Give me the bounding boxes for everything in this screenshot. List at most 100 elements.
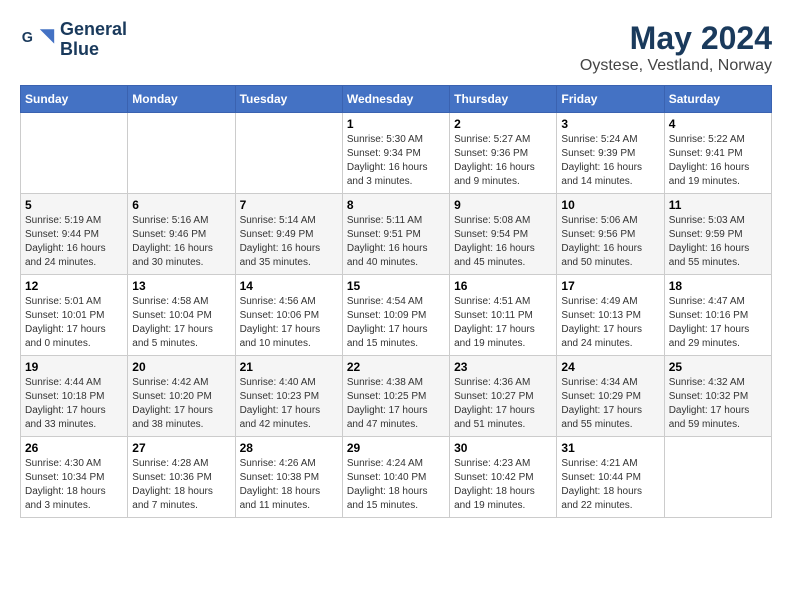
day-info: Sunrise: 4:49 AM Sunset: 10:13 PM Daylig…	[561, 295, 659, 351]
day-cell: 29 Sunrise: 4:24 AM Sunset: 10:40 PM Dayl…	[342, 437, 449, 518]
day-cell: 25Sunrise: 4:32 AM Sunset: 10:32 PM Dayl…	[664, 356, 771, 437]
day-number: 9	[454, 198, 552, 212]
logo-line2: Blue	[60, 40, 127, 60]
day-cell: 27 Sunrise: 4:28 AM Sunset: 10:36 PM Dayl…	[128, 437, 235, 518]
day-number: 20	[132, 360, 230, 374]
day-number: 26	[25, 441, 123, 455]
day-info: Sunrise: 4:32 AM Sunset: 10:32 PM Daylig…	[669, 376, 767, 432]
weekday-monday: Monday	[128, 86, 235, 113]
day-cell	[21, 113, 128, 194]
weekday-thursday: Thursday	[450, 86, 557, 113]
day-info: Sunrise: 5:11 AM Sunset: 9:51 PM Dayligh…	[347, 214, 445, 270]
day-number: 7	[240, 198, 338, 212]
weekday-tuesday: Tuesday	[235, 86, 342, 113]
day-number: 14	[240, 279, 338, 293]
day-cell: 16 Sunrise: 4:51 AM Sunset: 10:11 PM Dayl…	[450, 275, 557, 356]
day-cell: 6Sunrise: 5:16 AM Sunset: 9:46 PM Daylig…	[128, 194, 235, 275]
logo-line1: General	[60, 20, 127, 40]
day-number: 31	[561, 441, 659, 455]
day-info: Sunrise: 4:21 AM Sunset: 10:44 PM Daylig…	[561, 457, 659, 513]
day-info: Sunrise: 5:01 AM Sunset: 10:01 PM Daylig…	[25, 295, 123, 351]
day-number: 17	[561, 279, 659, 293]
day-number: 6	[132, 198, 230, 212]
weekday-friday: Friday	[557, 86, 664, 113]
day-info: Sunrise: 4:40 AM Sunset: 10:23 PM Daylig…	[240, 376, 338, 432]
day-cell: 7Sunrise: 5:14 AM Sunset: 9:49 PM Daylig…	[235, 194, 342, 275]
day-info: Sunrise: 4:23 AM Sunset: 10:42 PM Daylig…	[454, 457, 552, 513]
day-cell: 26Sunrise: 4:30 AM Sunset: 10:34 PM Dayl…	[21, 437, 128, 518]
day-info: Sunrise: 5:03 AM Sunset: 9:59 PM Dayligh…	[669, 214, 767, 270]
day-cell: 12 Sunrise: 5:01 AM Sunset: 10:01 PM Dayl…	[21, 275, 128, 356]
day-info: Sunrise: 4:36 AM Sunset: 10:27 PM Daylig…	[454, 376, 552, 432]
day-number: 22	[347, 360, 445, 374]
calendar-body: 1 Sunrise: 5:30 AM Sunset: 9:34 PM Daylig…	[21, 113, 772, 518]
day-info: Sunrise: 4:38 AM Sunset: 10:25 PM Daylig…	[347, 376, 445, 432]
day-cell: 8Sunrise: 5:11 AM Sunset: 9:51 PM Daylig…	[342, 194, 449, 275]
week-row-4: 19Sunrise: 4:44 AM Sunset: 10:18 PM Dayl…	[21, 356, 772, 437]
day-info: Sunrise: 4:56 AM Sunset: 10:06 PM Daylig…	[240, 295, 338, 351]
day-info: Sunrise: 5:08 AM Sunset: 9:54 PM Dayligh…	[454, 214, 552, 270]
day-cell	[235, 113, 342, 194]
day-info: Sunrise: 4:34 AM Sunset: 10:29 PM Daylig…	[561, 376, 659, 432]
day-number: 27	[132, 441, 230, 455]
day-number: 12	[25, 279, 123, 293]
calendar-subtitle: Oystese, Vestland, Norway	[580, 57, 772, 75]
day-number: 4	[669, 117, 767, 131]
day-info: Sunrise: 4:28 AM Sunset: 10:36 PM Daylig…	[132, 457, 230, 513]
day-cell: 2 Sunrise: 5:27 AM Sunset: 9:36 PM Daylig…	[450, 113, 557, 194]
day-info: Sunrise: 5:30 AM Sunset: 9:34 PM Dayligh…	[347, 133, 445, 189]
day-cell: 15Sunrise: 4:54 AM Sunset: 10:09 PM Dayl…	[342, 275, 449, 356]
week-row-2: 5 Sunrise: 5:19 AM Sunset: 9:44 PM Daylig…	[21, 194, 772, 275]
day-number: 16	[454, 279, 552, 293]
day-cell: 30 Sunrise: 4:23 AM Sunset: 10:42 PM Dayl…	[450, 437, 557, 518]
day-cell: 31 Sunrise: 4:21 AM Sunset: 10:44 PM Dayl…	[557, 437, 664, 518]
day-info: Sunrise: 4:24 AM Sunset: 10:40 PM Daylig…	[347, 457, 445, 513]
weekday-saturday: Saturday	[664, 86, 771, 113]
day-info: Sunrise: 5:22 AM Sunset: 9:41 PM Dayligh…	[669, 133, 767, 189]
day-cell: 5 Sunrise: 5:19 AM Sunset: 9:44 PM Daylig…	[21, 194, 128, 275]
day-cell: 14 Sunrise: 4:56 AM Sunset: 10:06 PM Dayl…	[235, 275, 342, 356]
day-number: 30	[454, 441, 552, 455]
page-header: G General Blue May 2024 Oystese, Vestlan…	[20, 20, 772, 75]
day-number: 11	[669, 198, 767, 212]
day-cell: 20 Sunrise: 4:42 AM Sunset: 10:20 PM Dayl…	[128, 356, 235, 437]
title-section: May 2024 Oystese, Vestland, Norway	[580, 20, 772, 75]
day-info: Sunrise: 5:24 AM Sunset: 9:39 PM Dayligh…	[561, 133, 659, 189]
logo-text: General Blue	[60, 20, 127, 60]
day-info: Sunrise: 4:47 AM Sunset: 10:16 PM Daylig…	[669, 295, 767, 351]
week-row-1: 1 Sunrise: 5:30 AM Sunset: 9:34 PM Daylig…	[21, 113, 772, 194]
day-number: 2	[454, 117, 552, 131]
day-cell: 11 Sunrise: 5:03 AM Sunset: 9:59 PM Dayli…	[664, 194, 771, 275]
day-number: 3	[561, 117, 659, 131]
day-cell: 28Sunrise: 4:26 AM Sunset: 10:38 PM Dayl…	[235, 437, 342, 518]
day-number: 18	[669, 279, 767, 293]
day-number: 19	[25, 360, 123, 374]
calendar-header: SundayMondayTuesdayWednesdayThursdayFrid…	[21, 86, 772, 113]
day-info: Sunrise: 4:54 AM Sunset: 10:09 PM Daylig…	[347, 295, 445, 351]
day-info: Sunrise: 5:06 AM Sunset: 9:56 PM Dayligh…	[561, 214, 659, 270]
day-info: Sunrise: 5:19 AM Sunset: 9:44 PM Dayligh…	[25, 214, 123, 270]
weekday-wednesday: Wednesday	[342, 86, 449, 113]
day-cell: 13Sunrise: 4:58 AM Sunset: 10:04 PM Dayl…	[128, 275, 235, 356]
day-number: 29	[347, 441, 445, 455]
day-number: 21	[240, 360, 338, 374]
day-info: Sunrise: 5:27 AM Sunset: 9:36 PM Dayligh…	[454, 133, 552, 189]
week-row-3: 12 Sunrise: 5:01 AM Sunset: 10:01 PM Dayl…	[21, 275, 772, 356]
calendar-title: May 2024	[580, 20, 772, 57]
day-info: Sunrise: 4:51 AM Sunset: 10:11 PM Daylig…	[454, 295, 552, 351]
day-cell: 4 Sunrise: 5:22 AM Sunset: 9:41 PM Daylig…	[664, 113, 771, 194]
day-number: 5	[25, 198, 123, 212]
day-cell: 17 Sunrise: 4:49 AM Sunset: 10:13 PM Dayl…	[557, 275, 664, 356]
day-cell	[664, 437, 771, 518]
day-info: Sunrise: 4:58 AM Sunset: 10:04 PM Daylig…	[132, 295, 230, 351]
day-cell: 22 Sunrise: 4:38 AM Sunset: 10:25 PM Dayl…	[342, 356, 449, 437]
day-info: Sunrise: 4:42 AM Sunset: 10:20 PM Daylig…	[132, 376, 230, 432]
day-cell: 18 Sunrise: 4:47 AM Sunset: 10:16 PM Dayl…	[664, 275, 771, 356]
week-row-5: 26Sunrise: 4:30 AM Sunset: 10:34 PM Dayl…	[21, 437, 772, 518]
weekday-sunday: Sunday	[21, 86, 128, 113]
day-number: 23	[454, 360, 552, 374]
day-number: 1	[347, 117, 445, 131]
day-cell: 10Sunrise: 5:06 AM Sunset: 9:56 PM Dayli…	[557, 194, 664, 275]
day-info: Sunrise: 4:26 AM Sunset: 10:38 PM Daylig…	[240, 457, 338, 513]
logo: G General Blue	[20, 20, 127, 60]
